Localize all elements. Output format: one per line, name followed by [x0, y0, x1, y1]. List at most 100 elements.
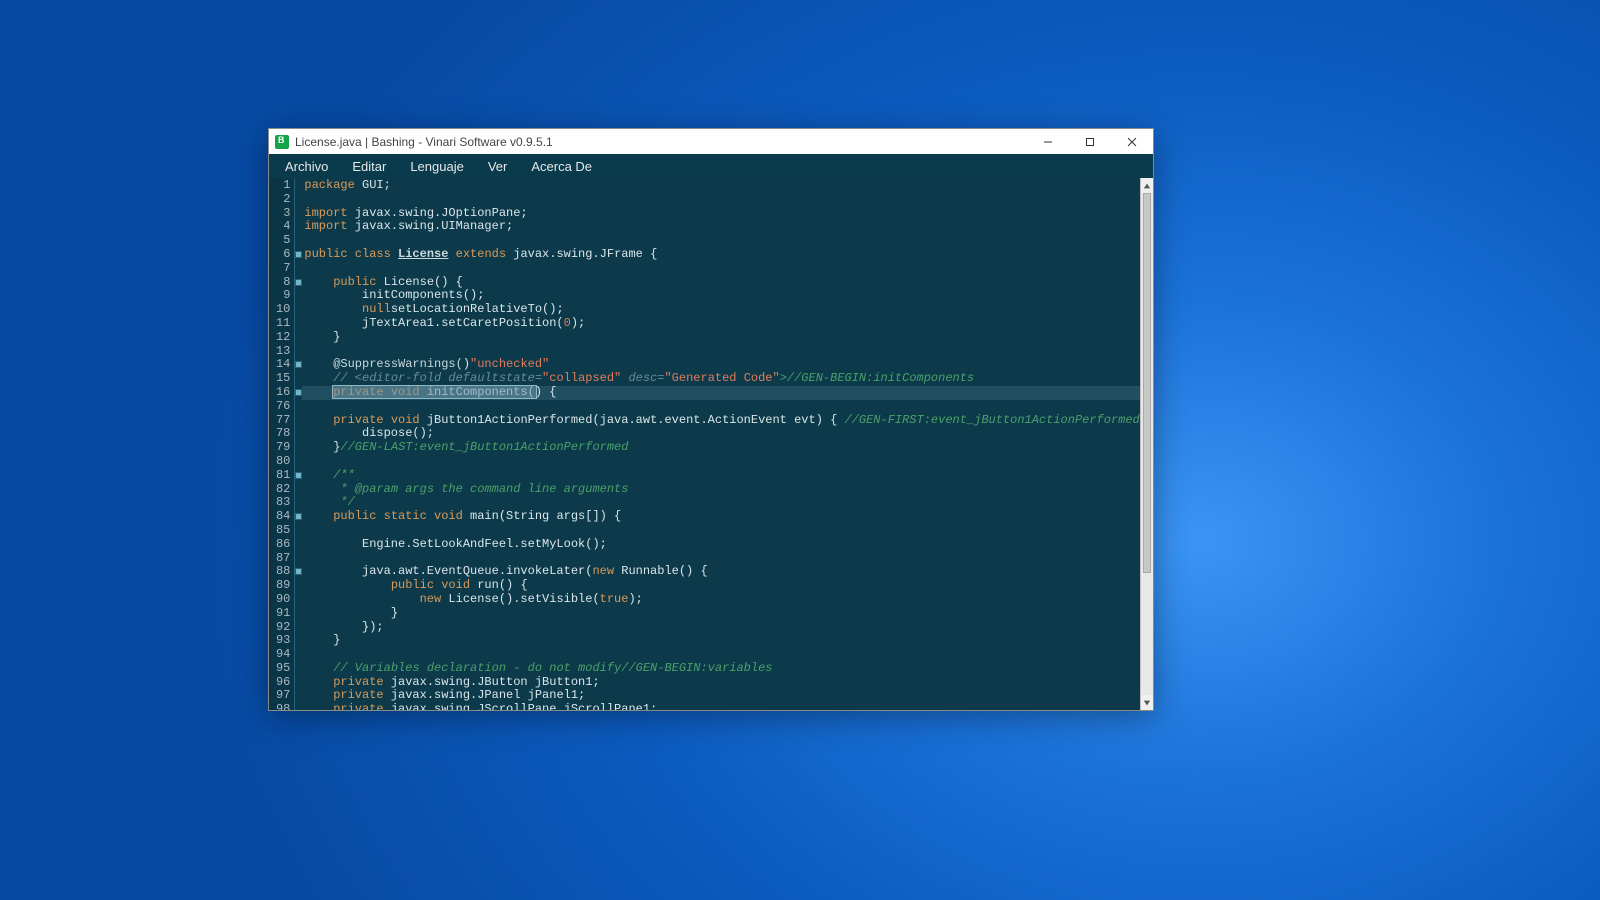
code-line[interactable]	[302, 455, 1139, 469]
titlebar[interactable]: License.java | Bashing - Vinari Software…	[269, 129, 1153, 154]
code-line[interactable]: public static void main(String args[]) {	[302, 510, 1139, 524]
line-number[interactable]: 78	[269, 427, 294, 441]
line-number[interactable]: 92	[269, 621, 294, 635]
code-line[interactable]: private javax.swing.JPanel jPanel1;	[302, 689, 1139, 703]
line-number[interactable]: 93	[269, 634, 294, 648]
line-number[interactable]: 88	[269, 565, 294, 579]
line-number[interactable]: 76	[269, 400, 294, 414]
minimize-button[interactable]	[1027, 129, 1069, 154]
line-number[interactable]: 11	[269, 317, 294, 331]
vertical-scrollbar[interactable]	[1140, 178, 1153, 710]
line-number[interactable]: 15	[269, 372, 294, 386]
code-line[interactable]: package GUI;	[302, 179, 1139, 193]
scroll-up-button[interactable]	[1141, 178, 1153, 193]
code-line[interactable]: nullsetLocationRelativeTo();	[302, 303, 1139, 317]
code-line[interactable]	[302, 524, 1139, 538]
fold-gutter[interactable]	[295, 178, 302, 710]
code-line[interactable]: }	[302, 634, 1139, 648]
code-line[interactable]	[302, 552, 1139, 566]
menu-editar[interactable]: Editar	[342, 157, 396, 176]
code-line[interactable]	[302, 400, 1139, 414]
code-line[interactable]: }	[302, 331, 1139, 345]
code-line[interactable]: */	[302, 496, 1139, 510]
line-number[interactable]: 4	[269, 220, 294, 234]
line-number[interactable]: 96	[269, 676, 294, 690]
line-number[interactable]: 5	[269, 234, 294, 248]
code-line[interactable]: @SuppressWarnings()"unchecked"	[302, 358, 1139, 372]
line-number[interactable]: 85	[269, 524, 294, 538]
code-line[interactable]: /**	[302, 469, 1139, 483]
fold-toggle-icon[interactable]	[295, 472, 302, 479]
line-number[interactable]: 81	[269, 469, 294, 483]
code-line[interactable]: }//GEN-LAST:event_jButton1ActionPerforme…	[302, 441, 1139, 455]
line-number[interactable]: 16	[269, 386, 294, 400]
menu-lenguaje[interactable]: Lenguaje	[400, 157, 474, 176]
line-number[interactable]: 3	[269, 207, 294, 221]
line-number[interactable]: 82	[269, 483, 294, 497]
fold-toggle-icon[interactable]	[295, 568, 302, 575]
line-number-gutter[interactable]: 1234567891011121314151676777879808182838…	[269, 178, 295, 710]
line-number[interactable]: 83	[269, 496, 294, 510]
scroll-down-button[interactable]	[1141, 695, 1153, 710]
line-number[interactable]: 84	[269, 510, 294, 524]
line-number[interactable]: 14	[269, 358, 294, 372]
line-number[interactable]: 94	[269, 648, 294, 662]
scrollbar-thumb[interactable]	[1143, 193, 1151, 573]
code-line[interactable]: public class License extends javax.swing…	[302, 248, 1139, 262]
fold-toggle-icon[interactable]	[295, 361, 302, 368]
line-number[interactable]: 8	[269, 276, 294, 290]
line-number[interactable]: 95	[269, 662, 294, 676]
code-line[interactable]: jTextArea1.setCaretPosition(0);	[302, 317, 1139, 331]
line-number[interactable]: 10	[269, 303, 294, 317]
line-number[interactable]: 2	[269, 193, 294, 207]
line-number[interactable]: 87	[269, 552, 294, 566]
code-line[interactable]: public License() {	[302, 276, 1139, 290]
code-line[interactable]: private javax.swing.JButton jButton1;	[302, 676, 1139, 690]
line-number[interactable]: 91	[269, 607, 294, 621]
menu-archivo[interactable]: Archivo	[275, 157, 338, 176]
code-line[interactable]: // Variables declaration - do not modify…	[302, 662, 1139, 676]
line-number[interactable]: 98	[269, 703, 294, 710]
code-line[interactable]: });	[302, 621, 1139, 635]
fold-toggle-icon[interactable]	[295, 513, 302, 520]
code-line[interactable]: initComponents();	[302, 289, 1139, 303]
code-line[interactable]	[302, 193, 1139, 207]
code-line[interactable]: }	[302, 607, 1139, 621]
line-number[interactable]: 13	[269, 345, 294, 359]
code-line[interactable]: Engine.SetLookAndFeel.setMyLook();	[302, 538, 1139, 552]
fold-toggle-icon[interactable]	[295, 251, 302, 258]
line-number[interactable]: 97	[269, 689, 294, 703]
line-number[interactable]: 90	[269, 593, 294, 607]
fold-toggle-icon[interactable]	[295, 279, 302, 286]
fold-toggle-icon[interactable]	[295, 389, 302, 396]
code-line[interactable]: new License().setVisible(true);	[302, 593, 1139, 607]
line-number[interactable]: 7	[269, 262, 294, 276]
code-line[interactable]	[302, 648, 1139, 662]
line-number[interactable]: 89	[269, 579, 294, 593]
code-line[interactable]: import javax.swing.UIManager;	[302, 220, 1139, 234]
menu-acerca-de[interactable]: Acerca De	[521, 157, 602, 176]
code-line[interactable]: public void run() {	[302, 579, 1139, 593]
line-number[interactable]: 1	[269, 179, 294, 193]
code-line[interactable]: * @param args the command line arguments	[302, 483, 1139, 497]
code-line[interactable]	[302, 345, 1139, 359]
code-line[interactable]	[302, 234, 1139, 248]
line-number[interactable]: 79	[269, 441, 294, 455]
scrollbar-track[interactable]	[1141, 193, 1153, 695]
line-number[interactable]: 86	[269, 538, 294, 552]
line-number[interactable]: 12	[269, 331, 294, 345]
code-line[interactable]: private void jButton1ActionPerformed(jav…	[302, 414, 1139, 428]
maximize-button[interactable]	[1069, 129, 1111, 154]
code-line[interactable]: java.awt.EventQueue.invokeLater(new Runn…	[302, 565, 1139, 579]
code-area[interactable]: package GUI; import javax.swing.JOptionPa…	[302, 178, 1139, 710]
code-line[interactable]: import javax.swing.JOptionPane;	[302, 207, 1139, 221]
line-number[interactable]: 9	[269, 289, 294, 303]
code-line[interactable]: // <editor-fold defaultstate="collapsed"…	[302, 372, 1139, 386]
menu-ver[interactable]: Ver	[478, 157, 518, 176]
code-line[interactable]: private javax.swing.JScrollPane jScrollP…	[302, 703, 1139, 710]
code-line[interactable]	[302, 262, 1139, 276]
line-number[interactable]: 80	[269, 455, 294, 469]
code-line[interactable]: dispose();	[302, 427, 1139, 441]
close-button[interactable]	[1111, 129, 1153, 154]
line-number[interactable]: 6	[269, 248, 294, 262]
